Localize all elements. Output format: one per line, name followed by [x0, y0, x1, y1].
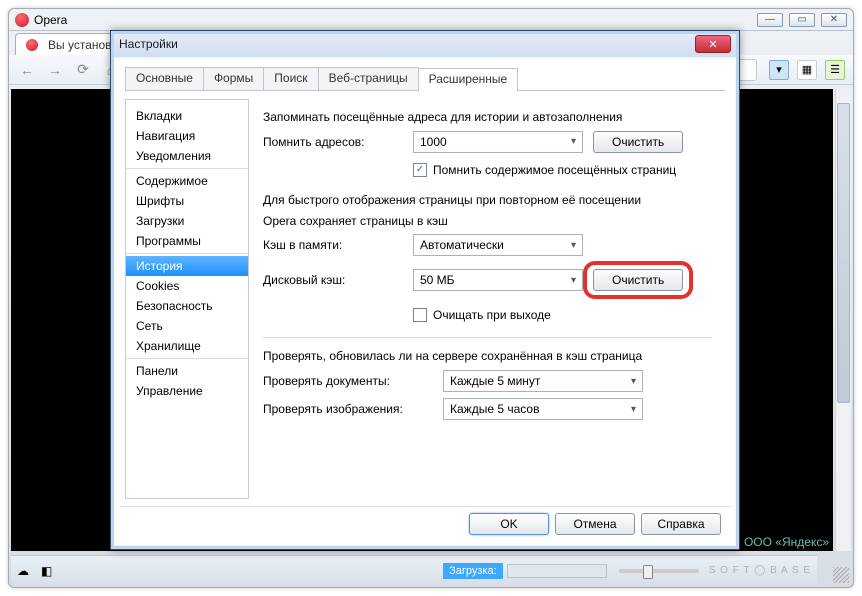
- disk-cache-value: 50 МБ: [420, 273, 455, 287]
- chevron-down-icon: ▾: [631, 404, 636, 415]
- dialog-close-button[interactable]: ✕: [695, 35, 731, 53]
- cache-note-1: Для быстрого отображения страницы при по…: [263, 192, 711, 209]
- chevron-down-icon: ▾: [571, 275, 576, 286]
- dialog-titlebar[interactable]: Настройки ✕: [111, 31, 739, 57]
- dialog-actions: OK Отмена Справка: [119, 506, 731, 541]
- tab-search[interactable]: Поиск: [263, 67, 318, 90]
- remember-content-label: Помнить содержимое посещённых страниц: [433, 163, 676, 177]
- zoom-slider[interactable]: [619, 569, 699, 573]
- clear-disk-cache-button[interactable]: Очистить: [593, 269, 683, 291]
- highlight-ring: Очистить: [583, 261, 693, 299]
- sidebar-item-history[interactable]: История: [126, 256, 248, 276]
- status-bar: ☁ ◧ Загрузка: S O F T ◯ B A S E: [11, 555, 817, 585]
- server-check-note: Проверять, обновилась ли на сервере сохр…: [263, 348, 711, 365]
- minimize-button[interactable]: —: [757, 13, 783, 27]
- camera-icon[interactable]: ◧: [41, 564, 52, 578]
- settings-sidebar: Вкладки Навигация Уведомления Содержимое…: [125, 99, 249, 499]
- vertical-scrollbar[interactable]: [835, 89, 851, 551]
- sidebar-item-storage[interactable]: Хранилище: [126, 336, 248, 356]
- tab-general[interactable]: Основные: [125, 67, 204, 90]
- divider: [263, 337, 711, 338]
- sidebar-item-navigation[interactable]: Навигация: [126, 126, 248, 146]
- mem-cache-label: Кэш в памяти:: [263, 238, 413, 252]
- browser-title: Opera: [34, 13, 67, 27]
- remember-addresses-value: 1000: [420, 135, 447, 149]
- remember-addresses-select[interactable]: 1000 ▾: [413, 131, 583, 153]
- sidebar-item-programs[interactable]: Программы: [126, 231, 248, 251]
- tab-advanced[interactable]: Расширенные: [418, 68, 519, 91]
- sidebar-item-panels[interactable]: Панели: [126, 361, 248, 381]
- clear-addresses-button[interactable]: Очистить: [593, 131, 683, 153]
- chevron-down-icon: ▾: [571, 240, 576, 251]
- arrow-down-icon[interactable]: ▾: [769, 60, 789, 80]
- sidebar-item-fonts[interactable]: Шрифты: [126, 191, 248, 211]
- check-images-label: Проверять изображения:: [263, 402, 443, 416]
- close-window-button[interactable]: ✕: [821, 13, 847, 27]
- mem-cache-select[interactable]: Автоматически ▾: [413, 234, 583, 256]
- dialog-title: Настройки: [119, 37, 178, 51]
- nav-reload-button[interactable]: ⟳: [71, 59, 95, 81]
- sidebar-item-tabs[interactable]: Вкладки: [126, 106, 248, 126]
- opera-logo-icon: [15, 13, 29, 27]
- sidebar-item-management[interactable]: Управление: [126, 381, 248, 401]
- watermark: S O F T ◯ B A S E: [709, 565, 811, 576]
- check-docs-select[interactable]: Каждые 5 минут ▾: [443, 370, 643, 392]
- tab-webpages[interactable]: Веб-страницы: [318, 67, 419, 90]
- check-images-select[interactable]: Каждые 5 часов ▾: [443, 398, 643, 420]
- remember-addresses-note: Запоминать посещённые адреса для истории…: [263, 109, 711, 126]
- clear-on-exit-label: Очищать при выходе: [433, 308, 551, 322]
- sidebar-item-downloads[interactable]: Загрузки: [126, 211, 248, 231]
- mem-cache-value: Автоматически: [420, 238, 504, 252]
- resize-grip[interactable]: [833, 567, 849, 583]
- sidebar-item-cookies[interactable]: Cookies: [126, 276, 248, 296]
- page-icon[interactable]: ▦: [797, 60, 817, 80]
- settings-pane: Запоминать посещённые адреса для истории…: [249, 99, 725, 499]
- cache-note-2: Opera сохраняет страницы в кэш: [263, 213, 711, 230]
- cloud-icon[interactable]: ☁: [17, 564, 29, 578]
- maximize-button[interactable]: ▭: [789, 13, 815, 27]
- loading-progress: [507, 564, 607, 578]
- sidebar-item-network[interactable]: Сеть: [126, 316, 248, 336]
- settings-dialog: Настройки ✕ Основные Формы Поиск Веб-стр…: [110, 30, 740, 550]
- chevron-down-icon: ▾: [571, 136, 576, 147]
- chevron-down-icon: ▾: [631, 376, 636, 387]
- dialog-tabs: Основные Формы Поиск Веб-страницы Расшир…: [125, 67, 725, 91]
- nav-forward-button[interactable]: →: [43, 59, 67, 81]
- browser-titlebar: Opera — ▭ ✕: [9, 9, 853, 31]
- status-loading-label: Загрузка:: [443, 563, 503, 579]
- disk-cache-select[interactable]: 50 МБ ▾: [413, 269, 583, 291]
- remember-addresses-label: Помнить адресов:: [263, 135, 413, 149]
- disk-cache-label: Дисковый кэш:: [263, 273, 413, 287]
- remember-content-checkbox[interactable]: ✓: [413, 163, 427, 177]
- image-icon[interactable]: ☰: [825, 60, 845, 80]
- tab-forms[interactable]: Формы: [203, 67, 264, 90]
- clear-on-exit-checkbox[interactable]: [413, 308, 427, 322]
- check-docs-value: Каждые 5 минут: [450, 374, 540, 388]
- ok-button[interactable]: OK: [469, 513, 549, 535]
- sidebar-item-notifications[interactable]: Уведомления: [126, 146, 248, 166]
- sidebar-item-security[interactable]: Безопасность: [126, 296, 248, 316]
- help-button[interactable]: Справка: [641, 513, 721, 535]
- sidebar-item-content[interactable]: Содержимое: [126, 171, 248, 191]
- cancel-button[interactable]: Отмена: [555, 513, 635, 535]
- check-images-value: Каждые 5 часов: [450, 402, 539, 416]
- check-docs-label: Проверять документы:: [263, 374, 443, 388]
- nav-back-button[interactable]: ←: [15, 59, 39, 81]
- scrollbar-thumb[interactable]: [837, 103, 850, 403]
- opera-logo-icon: [26, 39, 38, 51]
